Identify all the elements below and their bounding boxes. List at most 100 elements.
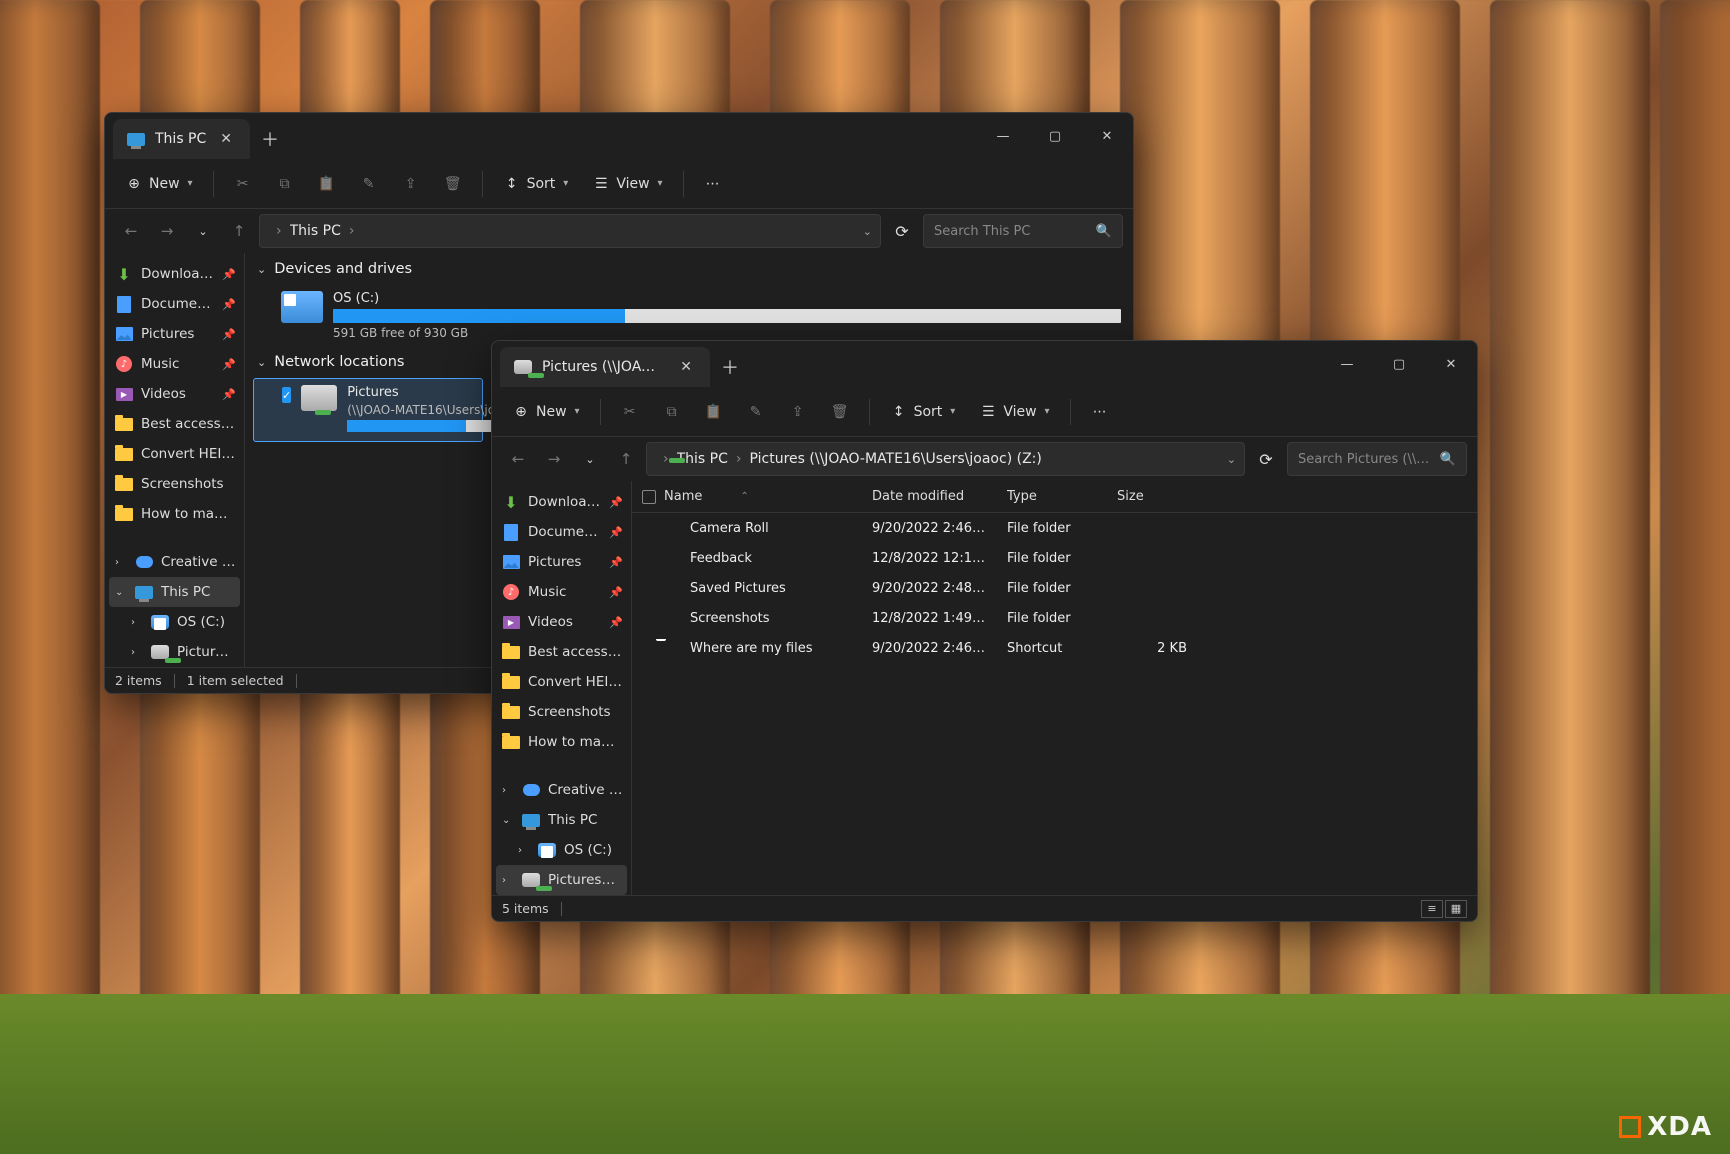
paste-button[interactable]: 📋 bbox=[308, 169, 346, 199]
sidebar-item-network-pictures[interactable]: ›Pictures (\\JOA bbox=[105, 637, 244, 667]
group-devices[interactable]: ⌄Devices and drives bbox=[245, 253, 1133, 285]
sidebar-item-creative-cloud[interactable]: ›Creative Cloud F bbox=[105, 547, 244, 577]
new-button[interactable]: ⊕New▾ bbox=[115, 169, 203, 199]
address-bar[interactable]: › This PC › ⌄ bbox=[259, 214, 881, 248]
view-button[interactable]: ☰View▾ bbox=[969, 397, 1059, 427]
file-row[interactable]: Saved Pictures 9/20/2022 2:48 PM File fo… bbox=[632, 573, 1477, 603]
file-row[interactable]: Camera Roll 9/20/2022 2:46 PM File folde… bbox=[632, 513, 1477, 543]
sidebar-item-creative-cloud[interactable]: ›Creative Cloud F bbox=[492, 775, 631, 805]
content-area[interactable]: Name⌃ Date modified Type Size Camera Rol… bbox=[632, 481, 1477, 895]
up-button[interactable]: ↑ bbox=[610, 443, 642, 475]
copy-button[interactable]: ⧉ bbox=[653, 397, 691, 427]
share-button[interactable]: ⇪ bbox=[779, 397, 817, 427]
network-location-pictures[interactable]: ✓ Pictures (\\JOAO-MATE16\Users\joao… bbox=[253, 378, 483, 442]
sidebar-item-documents[interactable]: Documents📌 bbox=[492, 517, 631, 547]
more-button[interactable]: ⋯ bbox=[1081, 397, 1119, 427]
tab-close-icon[interactable]: ✕ bbox=[676, 359, 696, 375]
select-all-checkbox[interactable] bbox=[642, 490, 656, 504]
sidebar-item-convert-heix-im[interactable]: Convert HEIX im bbox=[492, 667, 631, 697]
column-headers[interactable]: Name⌃ Date modified Type Size bbox=[632, 481, 1477, 513]
paste-button[interactable]: 📋 bbox=[695, 397, 733, 427]
pc-icon bbox=[127, 130, 145, 148]
file-row[interactable]: Where are my files 9/20/2022 2:46 PM Sho… bbox=[632, 633, 1477, 663]
sidebar-item-downloads[interactable]: ⬇Downloads📌 bbox=[492, 487, 631, 517]
tab-thispc[interactable]: This PC ✕ bbox=[113, 119, 250, 159]
pin-icon: 📌 bbox=[609, 496, 623, 509]
file-row[interactable]: Feedback 12/8/2022 12:19 AM File folder bbox=[632, 543, 1477, 573]
close-button[interactable]: ✕ bbox=[1425, 341, 1477, 387]
tab-network-pictures[interactable]: Pictures (\\JOAO-MATE16\Use ✕ bbox=[500, 347, 710, 387]
col-size[interactable]: Size bbox=[1107, 489, 1197, 504]
title-bar[interactable]: This PC ✕ ＋ — ▢ ✕ bbox=[105, 113, 1133, 159]
sidebar-item-this-pc[interactable]: ⌄This PC bbox=[492, 805, 631, 835]
checkbox-checked-icon[interactable]: ✓ bbox=[282, 387, 291, 403]
maximize-button[interactable]: ▢ bbox=[1373, 341, 1425, 387]
sidebar-item-pictures[interactable]: Pictures📌 bbox=[492, 547, 631, 577]
address-bar[interactable]: › This PC › Pictures (\\JOAO-MATE16\User… bbox=[646, 442, 1245, 476]
sidebar-item-pictures[interactable]: Pictures📌 bbox=[105, 319, 244, 349]
sidebar-item-best-accessories[interactable]: Best accessories bbox=[105, 409, 244, 439]
sidebar-item-screenshots[interactable]: Screenshots bbox=[492, 697, 631, 727]
file-row[interactable]: Screenshots 12/8/2022 1:49 AM File folde… bbox=[632, 603, 1477, 633]
sort-button[interactable]: ↕Sort▾ bbox=[880, 397, 966, 427]
cut-button[interactable]: ✂ bbox=[224, 169, 262, 199]
rename-button[interactable]: ✎ bbox=[350, 169, 388, 199]
sidebar-item-how-to-map-a-n[interactable]: How to map a n bbox=[492, 727, 631, 757]
details-view-button[interactable]: ≡ bbox=[1421, 900, 1443, 918]
pin-icon: 📌 bbox=[222, 328, 236, 341]
delete-button[interactable]: 🗑 bbox=[434, 169, 472, 199]
more-button[interactable]: ⋯ bbox=[694, 169, 732, 199]
sidebar-item-os-c[interactable]: ›OS (C:) bbox=[492, 835, 631, 865]
copy-button[interactable]: ⧉ bbox=[266, 169, 304, 199]
minimize-button[interactable]: — bbox=[977, 113, 1029, 159]
recent-button[interactable]: ⌄ bbox=[574, 443, 606, 475]
back-button[interactable]: ← bbox=[502, 443, 534, 475]
sidebar-item-network-pictures[interactable]: ›Pictures (\\JOA bbox=[496, 865, 627, 895]
forward-button[interactable]: → bbox=[151, 215, 183, 247]
delete-button[interactable]: 🗑 bbox=[821, 397, 859, 427]
search-input[interactable]: Search This PC 🔍 bbox=[923, 214, 1123, 248]
refresh-button[interactable]: ⟳ bbox=[1249, 442, 1283, 476]
breadcrumb-part[interactable]: This PC bbox=[290, 223, 341, 239]
chevron-down-icon[interactable]: ⌄ bbox=[863, 225, 872, 238]
forward-button[interactable]: → bbox=[538, 443, 570, 475]
new-tab-button[interactable]: ＋ bbox=[250, 119, 290, 159]
sidebar-item-this-pc[interactable]: ⌄This PC bbox=[109, 577, 240, 607]
delete-icon: 🗑 bbox=[444, 175, 462, 193]
sidebar-item-how-to-map-a-n[interactable]: How to map a n bbox=[105, 499, 244, 529]
icons-view-button[interactable]: ▦ bbox=[1445, 900, 1467, 918]
close-button[interactable]: ✕ bbox=[1081, 113, 1133, 159]
sidebar-item-downloads[interactable]: ⬇Downloads📌 bbox=[105, 259, 244, 289]
sidebar-item-best-accessories[interactable]: Best accessories bbox=[492, 637, 631, 667]
back-button[interactable]: ← bbox=[115, 215, 147, 247]
sidebar-item-music[interactable]: Music📌 bbox=[492, 577, 631, 607]
view-button[interactable]: ☰View▾ bbox=[582, 169, 672, 199]
refresh-button[interactable]: ⟳ bbox=[885, 214, 919, 248]
new-tab-button[interactable]: ＋ bbox=[710, 347, 750, 387]
col-date[interactable]: Date modified bbox=[862, 489, 997, 504]
title-bar[interactable]: Pictures (\\JOAO-MATE16\Use ✕ ＋ — ▢ ✕ bbox=[492, 341, 1477, 387]
new-button[interactable]: ⊕New▾ bbox=[502, 397, 590, 427]
sidebar-item-documents[interactable]: Documents📌 bbox=[105, 289, 244, 319]
minimize-button[interactable]: — bbox=[1321, 341, 1373, 387]
col-name[interactable]: Name⌃ bbox=[632, 489, 862, 504]
tab-close-icon[interactable]: ✕ bbox=[216, 131, 236, 147]
share-button[interactable]: ⇪ bbox=[392, 169, 430, 199]
drive-os-c[interactable]: OS (C:) 591 GB free of 930 GB bbox=[245, 285, 1133, 346]
chevron-down-icon[interactable]: ⌄ bbox=[1227, 453, 1236, 466]
sidebar-item-videos[interactable]: Videos📌 bbox=[492, 607, 631, 637]
rename-button[interactable]: ✎ bbox=[737, 397, 775, 427]
maximize-button[interactable]: ▢ bbox=[1029, 113, 1081, 159]
cut-button[interactable]: ✂ bbox=[611, 397, 649, 427]
breadcrumb-part[interactable]: Pictures (\\JOAO-MATE16\Users\joaoc) (Z:… bbox=[750, 451, 1042, 467]
sidebar-item-os-c[interactable]: ›OS (C:) bbox=[105, 607, 244, 637]
sidebar-item-convert-heix-im[interactable]: Convert HEIX im bbox=[105, 439, 244, 469]
up-button[interactable]: ↑ bbox=[223, 215, 255, 247]
sidebar-item-screenshots[interactable]: Screenshots bbox=[105, 469, 244, 499]
col-type[interactable]: Type bbox=[997, 489, 1107, 504]
sort-button[interactable]: ↕Sort▾ bbox=[493, 169, 579, 199]
recent-button[interactable]: ⌄ bbox=[187, 215, 219, 247]
search-input[interactable]: Search Pictures (\\JOAO-M… 🔍 bbox=[1287, 442, 1467, 476]
sidebar-item-videos[interactable]: Videos📌 bbox=[105, 379, 244, 409]
sidebar-item-music[interactable]: Music📌 bbox=[105, 349, 244, 379]
